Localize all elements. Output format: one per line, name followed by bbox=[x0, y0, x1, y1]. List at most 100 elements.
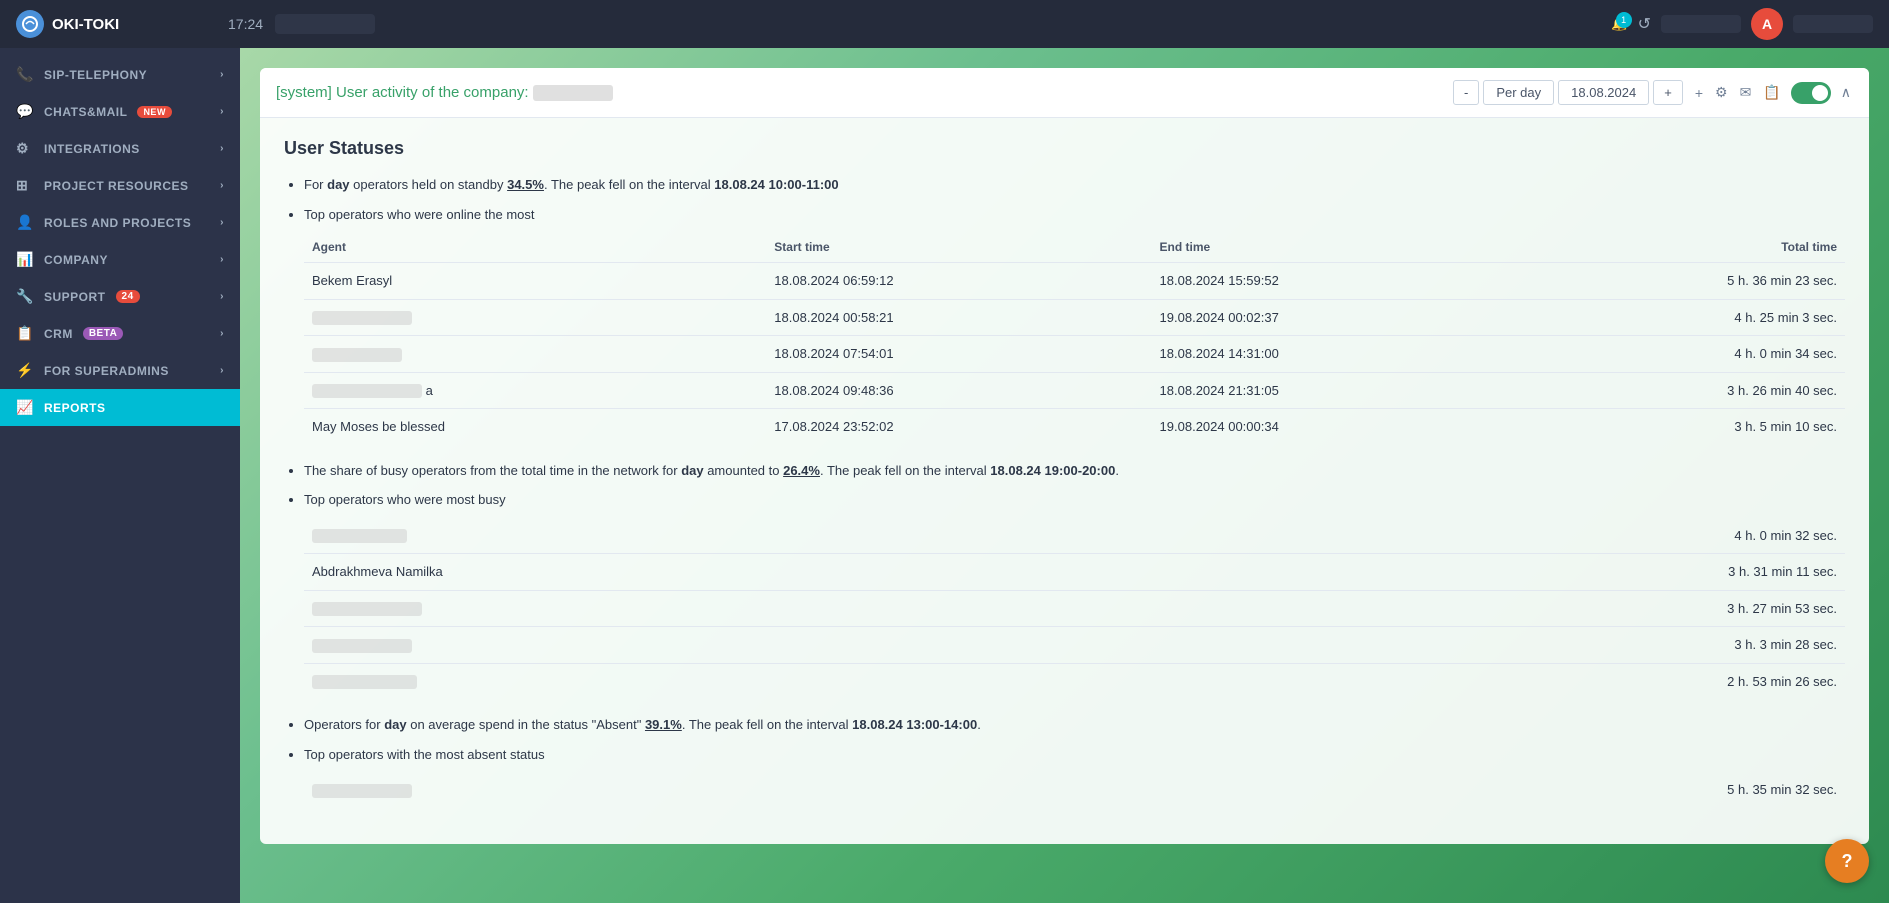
total-time: 3 h. 3 min 28 sec. bbox=[1134, 627, 1845, 664]
table-row: 2 h. 53 min 26 sec. bbox=[304, 663, 1845, 699]
app-name: OKI-TOKI bbox=[52, 16, 119, 33]
sidebar-label-company: COMPANY bbox=[44, 253, 108, 267]
topbar-dropdown-blurred bbox=[1661, 15, 1741, 33]
main-content: [system] User activity of the company: -… bbox=[240, 48, 1889, 903]
sidebar-label-sip: SIP-TELEPHONY bbox=[44, 68, 147, 82]
total-time: 2 h. 53 min 26 sec. bbox=[1134, 663, 1845, 699]
sidebar-label-integrations: INTEGRATIONS bbox=[44, 142, 140, 156]
standby-peak: 18.08.24 10:00-11:00 bbox=[714, 177, 838, 192]
sidebar-label-crm: CRM bbox=[44, 327, 73, 341]
reports-icon: 📈 bbox=[16, 399, 34, 416]
table-row: May Moses be blessed 17.08.2024 23:52:02… bbox=[304, 409, 1845, 445]
sidebar-item-chats-mail[interactable]: 💬 CHATS&MAIL NEW › bbox=[0, 93, 240, 130]
start-time: 18.08.2024 00:58:21 bbox=[766, 299, 1151, 336]
list-item-standby: For day operators held on standby 34.5%.… bbox=[304, 175, 1845, 195]
chevron-icon: › bbox=[220, 254, 224, 265]
settings-button[interactable]: ⚙ bbox=[1713, 82, 1730, 103]
total-time: 4 h. 0 min 34 sec. bbox=[1537, 336, 1845, 373]
user-avatar[interactable]: A bbox=[1751, 8, 1783, 40]
sidebar-item-project-resources[interactable]: ⊞ PROJECT RESOURCES › bbox=[0, 167, 240, 204]
email-button[interactable]: ✉ bbox=[1738, 82, 1754, 103]
history-icon[interactable]: ↺ bbox=[1638, 14, 1651, 34]
chevron-icon: › bbox=[220, 180, 224, 191]
visibility-toggle[interactable] bbox=[1791, 82, 1831, 104]
chevron-icon: › bbox=[220, 106, 224, 117]
grid-icon: ⊞ bbox=[16, 177, 34, 194]
help-button[interactable]: ? bbox=[1825, 839, 1869, 883]
col-agent: Agent bbox=[304, 232, 766, 263]
sidebar-item-roles-projects[interactable]: 👤 ROLES AND PROJECTS › bbox=[0, 204, 240, 241]
agent-name: Abdrakhmeva Namilka bbox=[304, 554, 1134, 591]
add-button[interactable]: + bbox=[1693, 83, 1705, 103]
chevron-icon: › bbox=[220, 328, 224, 339]
table-row: 4 h. 0 min 32 sec. bbox=[304, 518, 1845, 554]
topbar-user-blurred bbox=[275, 14, 375, 34]
online-operators-table: Agent Start time End time Total time Bek… bbox=[304, 232, 1845, 445]
app-logo: OKI-TOKI bbox=[16, 10, 216, 38]
total-time: 3 h. 26 min 40 sec. bbox=[1537, 372, 1845, 409]
sidebar-label-reports: REPORTS bbox=[44, 401, 106, 415]
sidebar-item-integrations[interactable]: ⚙ INTEGRATIONS › bbox=[0, 130, 240, 167]
sidebar-item-support[interactable]: 🔧 SUPPORT 24 › bbox=[0, 278, 240, 315]
export-button[interactable]: 📋 bbox=[1761, 82, 1782, 103]
table-row: 5 h. 35 min 32 sec. bbox=[304, 772, 1845, 808]
end-time: 18.08.2024 14:31:00 bbox=[1152, 336, 1537, 373]
report-actions: + ⚙ ✉ 📋 ∧ bbox=[1693, 82, 1853, 104]
date-navigation: - Per day 18.08.2024 + bbox=[1453, 80, 1683, 105]
table-row: 3 h. 27 min 53 sec. bbox=[304, 590, 1845, 627]
absent-operators-table: 5 h. 35 min 32 sec. bbox=[304, 772, 1845, 808]
agent-name bbox=[304, 663, 1134, 699]
new-badge: NEW bbox=[137, 106, 172, 118]
start-time: 18.08.2024 09:48:36 bbox=[766, 372, 1151, 409]
total-time: 4 h. 0 min 32 sec. bbox=[1134, 518, 1845, 554]
col-end: End time bbox=[1152, 232, 1537, 263]
total-time: 3 h. 27 min 53 sec. bbox=[1134, 590, 1845, 627]
total-time: 5 h. 36 min 23 sec. bbox=[1537, 263, 1845, 300]
period-selector[interactable]: Per day bbox=[1483, 80, 1554, 105]
integrations-icon: ⚙ bbox=[16, 140, 34, 157]
table-row: a 18.08.2024 09:48:36 18.08.2024 21:31:0… bbox=[304, 372, 1845, 409]
list-item-busy: Top operators who were most busy 4 h. 0 … bbox=[304, 490, 1845, 699]
sidebar-label-chats: CHATS&MAIL bbox=[44, 105, 127, 119]
end-time: 18.08.2024 21:31:05 bbox=[1152, 372, 1537, 409]
end-time: 19.08.2024 00:02:37 bbox=[1152, 299, 1537, 336]
collapse-button[interactable]: ∧ bbox=[1839, 82, 1853, 103]
busy-operators-table: 4 h. 0 min 32 sec. Abdrakhmeva Namilka 3… bbox=[304, 518, 1845, 700]
start-time: 17.08.2024 23:52:02 bbox=[766, 409, 1151, 445]
chevron-icon: › bbox=[220, 365, 224, 376]
date-next-button[interactable]: + bbox=[1653, 80, 1683, 105]
start-time: 18.08.2024 06:59:12 bbox=[766, 263, 1151, 300]
total-time: 4 h. 25 min 3 sec. bbox=[1537, 299, 1845, 336]
chevron-icon: › bbox=[220, 217, 224, 228]
agent-name: May Moses be blessed bbox=[304, 409, 766, 445]
report-title: [system] User activity of the company: bbox=[276, 84, 1443, 101]
agent-name bbox=[304, 518, 1134, 554]
report-header: [system] User activity of the company: -… bbox=[260, 68, 1869, 118]
superadmin-icon: ⚡ bbox=[16, 362, 34, 379]
end-time: 19.08.2024 00:00:34 bbox=[1152, 409, 1537, 445]
col-total: Total time bbox=[1537, 232, 1845, 263]
start-time: 18.08.2024 07:54:01 bbox=[766, 336, 1151, 373]
sidebar-item-crm[interactable]: 📋 CRM BETA › bbox=[0, 315, 240, 352]
chevron-icon: › bbox=[220, 291, 224, 302]
agent-name bbox=[304, 299, 766, 336]
report-content: User Statuses For day operators held on … bbox=[260, 118, 1869, 844]
table-row: Abdrakhmeva Namilka 3 h. 31 min 11 sec. bbox=[304, 554, 1845, 591]
sidebar-item-company[interactable]: 📊 COMPANY › bbox=[0, 241, 240, 278]
total-time: 3 h. 5 min 10 sec. bbox=[1537, 409, 1845, 445]
sidebar: 📞 SIP-TELEPHONY › 💬 CHATS&MAIL NEW › ⚙ I… bbox=[0, 48, 240, 903]
company-name-blurred bbox=[533, 85, 613, 101]
logo-icon bbox=[16, 10, 44, 38]
sidebar-item-superadmins[interactable]: ⚡ FOR SUPERADMINS › bbox=[0, 352, 240, 389]
table-row: 3 h. 3 min 28 sec. bbox=[304, 627, 1845, 664]
phone-icon: 📞 bbox=[16, 66, 34, 83]
sidebar-item-reports[interactable]: 📈 REPORTS bbox=[0, 389, 240, 426]
list-item-absent: Top operators with the most absent statu… bbox=[304, 745, 1845, 808]
notification-bell[interactable]: 🔔 1 bbox=[1611, 16, 1627, 32]
agent-name bbox=[304, 772, 1043, 808]
sidebar-label-roles: ROLES AND PROJECTS bbox=[44, 216, 191, 230]
support-badge: 24 bbox=[116, 290, 140, 303]
sidebar-item-sip-telephony[interactable]: 📞 SIP-TELEPHONY › bbox=[0, 56, 240, 93]
chevron-icon: › bbox=[220, 143, 224, 154]
date-prev-button[interactable]: - bbox=[1453, 80, 1479, 105]
